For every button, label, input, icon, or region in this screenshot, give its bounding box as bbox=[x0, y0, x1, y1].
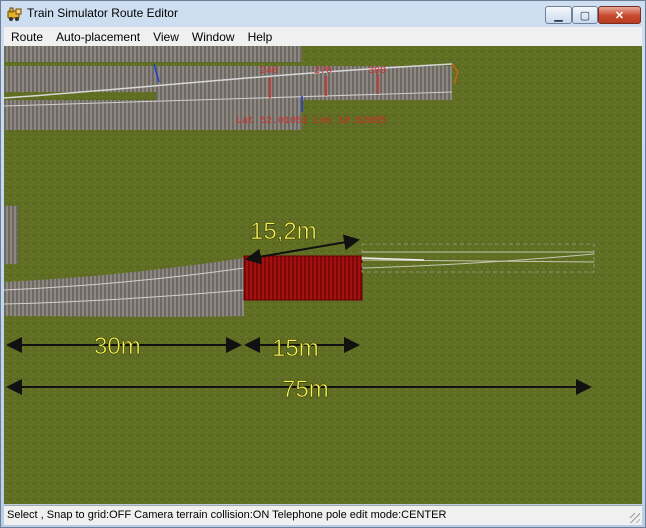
status-bar: Select , Snap to grid:OFF Camera terrain… bbox=[4, 505, 642, 525]
track-segment[interactable] bbox=[156, 66, 452, 100]
minimize-button[interactable]: ▁ bbox=[545, 6, 572, 24]
distance-marker-240: 240 bbox=[260, 66, 278, 77]
selected-track-section[interactable] bbox=[243, 255, 363, 301]
title-bar[interactable]: Train Simulator Route Editor ▁ ▢ ✕ bbox=[1, 1, 645, 27]
route-scene: 240 270 300 Lat 52.01052 Lon 10.82085 15… bbox=[4, 46, 642, 504]
segment-b-label: 15m bbox=[272, 335, 319, 362]
track-segment[interactable] bbox=[4, 46, 302, 62]
track-segment-edge[interactable] bbox=[4, 206, 18, 264]
menu-view[interactable]: View bbox=[146, 30, 185, 44]
close-button[interactable]: ✕ bbox=[598, 6, 641, 24]
maximize-button[interactable]: ▢ bbox=[572, 6, 598, 24]
app-window: Train Simulator Route Editor ▁ ▢ ✕ Route… bbox=[0, 0, 646, 528]
window-title: Train Simulator Route Editor bbox=[27, 6, 178, 20]
menu-help[interactable]: Help bbox=[241, 30, 279, 44]
segment-a-label: 30m bbox=[94, 333, 141, 360]
switch-length-label: 15,2m bbox=[250, 218, 317, 245]
menu-bar: Route Auto-placement View Window Help bbox=[4, 27, 642, 46]
distance-marker-300: 300 bbox=[368, 66, 386, 77]
resize-grip[interactable] bbox=[630, 513, 640, 523]
status-text: Select , Snap to grid:OFF Camera terrain… bbox=[7, 509, 447, 521]
distance-marker-270: 270 bbox=[314, 66, 332, 77]
menu-window[interactable]: Window bbox=[185, 30, 241, 44]
locomotive-icon bbox=[7, 7, 22, 21]
total-length-label: 75m bbox=[282, 376, 329, 403]
menu-route[interactable]: Route bbox=[4, 30, 49, 44]
track-segment[interactable] bbox=[4, 66, 164, 92]
coordinate-readout: Lat 52.01052 Lon 10.82085 bbox=[236, 116, 386, 127]
minimize-icon: ▁ bbox=[554, 9, 563, 22]
menu-auto-placement[interactable]: Auto-placement bbox=[49, 30, 146, 44]
close-icon: ✕ bbox=[614, 9, 625, 22]
route-viewport[interactable]: 240 270 300 Lat 52.01052 Lon 10.82085 15… bbox=[4, 46, 642, 504]
maximize-icon: ▢ bbox=[579, 9, 591, 22]
